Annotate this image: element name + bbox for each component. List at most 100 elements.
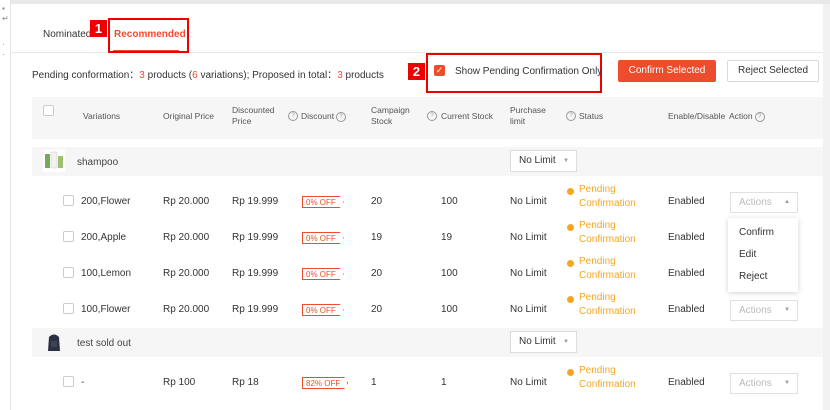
status-pending: Pending Confirmation: [567, 364, 636, 392]
purchase-limit-select[interactable]: No Limit ▼: [510, 150, 577, 172]
pending-only-checkbox[interactable]: ✓: [434, 65, 445, 76]
summary-variations-word: variations); Proposed in total：: [197, 70, 338, 81]
enabled-status: Enabled: [668, 268, 705, 279]
enabled-status: Enabled: [668, 377, 705, 388]
chevron-down-icon: ▼: [563, 158, 569, 164]
status-line1: Pending: [579, 220, 616, 231]
product-thumbnail: [43, 150, 65, 172]
chevron-up-icon: ▲: [784, 199, 790, 205]
status-line1: Pending: [579, 292, 616, 303]
col-campaign-stock-line2: Stock: [371, 116, 393, 126]
enabled-status: Enabled: [668, 196, 705, 207]
campaign-stock: 20: [371, 304, 383, 315]
status-line2: Confirmation: [579, 379, 636, 390]
original-price: Rp 20.000: [163, 268, 210, 279]
variation-name: 200,Apple: [81, 232, 127, 243]
action-help-icon[interactable]: ?: [754, 111, 765, 122]
status-line1: Pending: [579, 184, 616, 195]
actions-dropdown[interactable]: Actions ▲: [730, 192, 798, 213]
current-stock: 100: [441, 268, 458, 279]
confirm-selected-button[interactable]: Confirm Selected: [618, 60, 716, 82]
variation-name: 100,Lemon: [81, 268, 132, 279]
current-stock: 100: [441, 304, 458, 315]
row-checkbox[interactable]: [63, 267, 74, 278]
gutter-mark: ▪: [2, 4, 5, 13]
discount-badge: 0% OFF: [302, 196, 344, 208]
purchase-limit-value: No Limit: [519, 155, 556, 166]
original-price: Rp 20.000: [163, 232, 210, 243]
original-price: Rp 100: [163, 377, 196, 388]
row-checkbox[interactable]: [63, 376, 74, 387]
campaign-stock: 19: [371, 232, 383, 243]
actions-dropdown[interactable]: Actions ▼: [730, 300, 798, 321]
status-pending: Pending Confirmation: [567, 255, 636, 283]
col-purchase-limit: Purchase limit: [510, 105, 546, 127]
annotation-badge-1: 1: [90, 20, 107, 37]
purchase-limit-select[interactable]: No Limit ▼: [510, 331, 577, 353]
pending-dot-icon: [567, 369, 574, 376]
table-header: Variations Original Price Discounted Pric…: [32, 97, 823, 139]
purchase-limit-value: No Limit: [519, 336, 556, 347]
discounted-price-help-icon[interactable]: ?: [288, 111, 298, 121]
purchase-limit-help-icon[interactable]: ?: [566, 111, 576, 121]
variation-name: 100,Flower: [81, 304, 131, 315]
menu-item-confirm[interactable]: Confirm: [739, 227, 774, 238]
col-campaign-stock: Campaign Stock: [371, 105, 410, 127]
pending-only-label[interactable]: Show Pending Confirmation Only: [455, 66, 602, 77]
col-discounted-price-line2: Price: [232, 116, 252, 126]
discount-badge: 0% OFF: [302, 304, 344, 316]
menu-item-edit[interactable]: Edit: [739, 249, 756, 260]
col-discount-label: Discount: [301, 111, 335, 121]
left-gutter: ▪ ↵ · ·: [0, 0, 11, 410]
pending-dot-icon: [567, 188, 574, 195]
variation-name: 200,Flower: [81, 196, 131, 207]
select-all-checkbox[interactable]: [43, 105, 54, 116]
col-current-stock: Current Stock: [441, 111, 493, 121]
product-name: test sold out: [77, 338, 131, 349]
annotation-badge-2: 2: [408, 63, 425, 80]
purchase-limit: No Limit: [510, 377, 547, 388]
discount-badge: 0% OFF: [302, 268, 344, 280]
col-status: Status: [579, 111, 604, 121]
enabled-status: Enabled: [668, 304, 705, 315]
row-checkbox[interactable]: [63, 231, 74, 242]
row-checkbox[interactable]: [63, 303, 74, 314]
col-enable-disable: Enable/Disable: [668, 111, 726, 121]
col-campaign-stock-line1: Campaign: [371, 105, 410, 115]
current-stock: 100: [441, 196, 458, 207]
menu-item-reject[interactable]: Reject: [739, 271, 767, 282]
summary-prefix: Pending conformation：: [32, 70, 140, 81]
reject-selected-button[interactable]: Reject Selected: [727, 60, 819, 82]
discounted-price: Rp 19.999: [232, 304, 279, 315]
col-variations: Variations: [83, 111, 121, 121]
campaign-stock-help-icon[interactable]: ?: [427, 111, 437, 121]
status-pending: Pending Confirmation: [567, 183, 636, 211]
product-row-test-sold-out: test sold out No Limit ▼: [32, 328, 823, 357]
chevron-down-icon: ▼: [784, 307, 790, 313]
discount-help-icon[interactable]: ?: [336, 111, 347, 122]
discount-badge: 0% OFF: [302, 232, 344, 244]
current-stock: 19: [441, 232, 453, 243]
gutter-return-icon: ↵: [2, 14, 9, 23]
discounted-price: Rp 19.999: [232, 232, 279, 243]
pending-summary: Pending conformation：3 products (6 varia…: [32, 66, 384, 81]
col-discounted-price-line1: Discounted: [232, 105, 275, 115]
actions-label: Actions: [739, 378, 772, 389]
status-line2: Confirmation: [579, 234, 636, 245]
campaign-stock: 1: [371, 377, 377, 388]
col-action: Action?: [729, 111, 765, 122]
table-row: 100,Lemon Rp 20.000 Rp 19.999 0% OFF 20 …: [32, 256, 823, 292]
pending-dot-icon: [567, 260, 574, 267]
status-pending: Pending Confirmation: [567, 291, 636, 319]
annotation-box-1: [108, 18, 189, 53]
tab-nominated[interactable]: Nominated: [43, 29, 91, 40]
product-name: shampoo: [77, 157, 119, 168]
actions-menu: Confirm Edit Reject: [728, 218, 798, 292]
purchase-limit: No Limit: [510, 196, 547, 207]
table-row: 200,Apple Rp 20.000 Rp 19.999 0% OFF 19 …: [32, 220, 823, 256]
original-price: Rp 20.000: [163, 196, 210, 207]
chevron-down-icon: ▼: [563, 339, 569, 345]
status-line2: Confirmation: [579, 198, 636, 209]
actions-dropdown[interactable]: Actions ▼: [730, 373, 798, 394]
row-checkbox[interactable]: [63, 195, 74, 206]
